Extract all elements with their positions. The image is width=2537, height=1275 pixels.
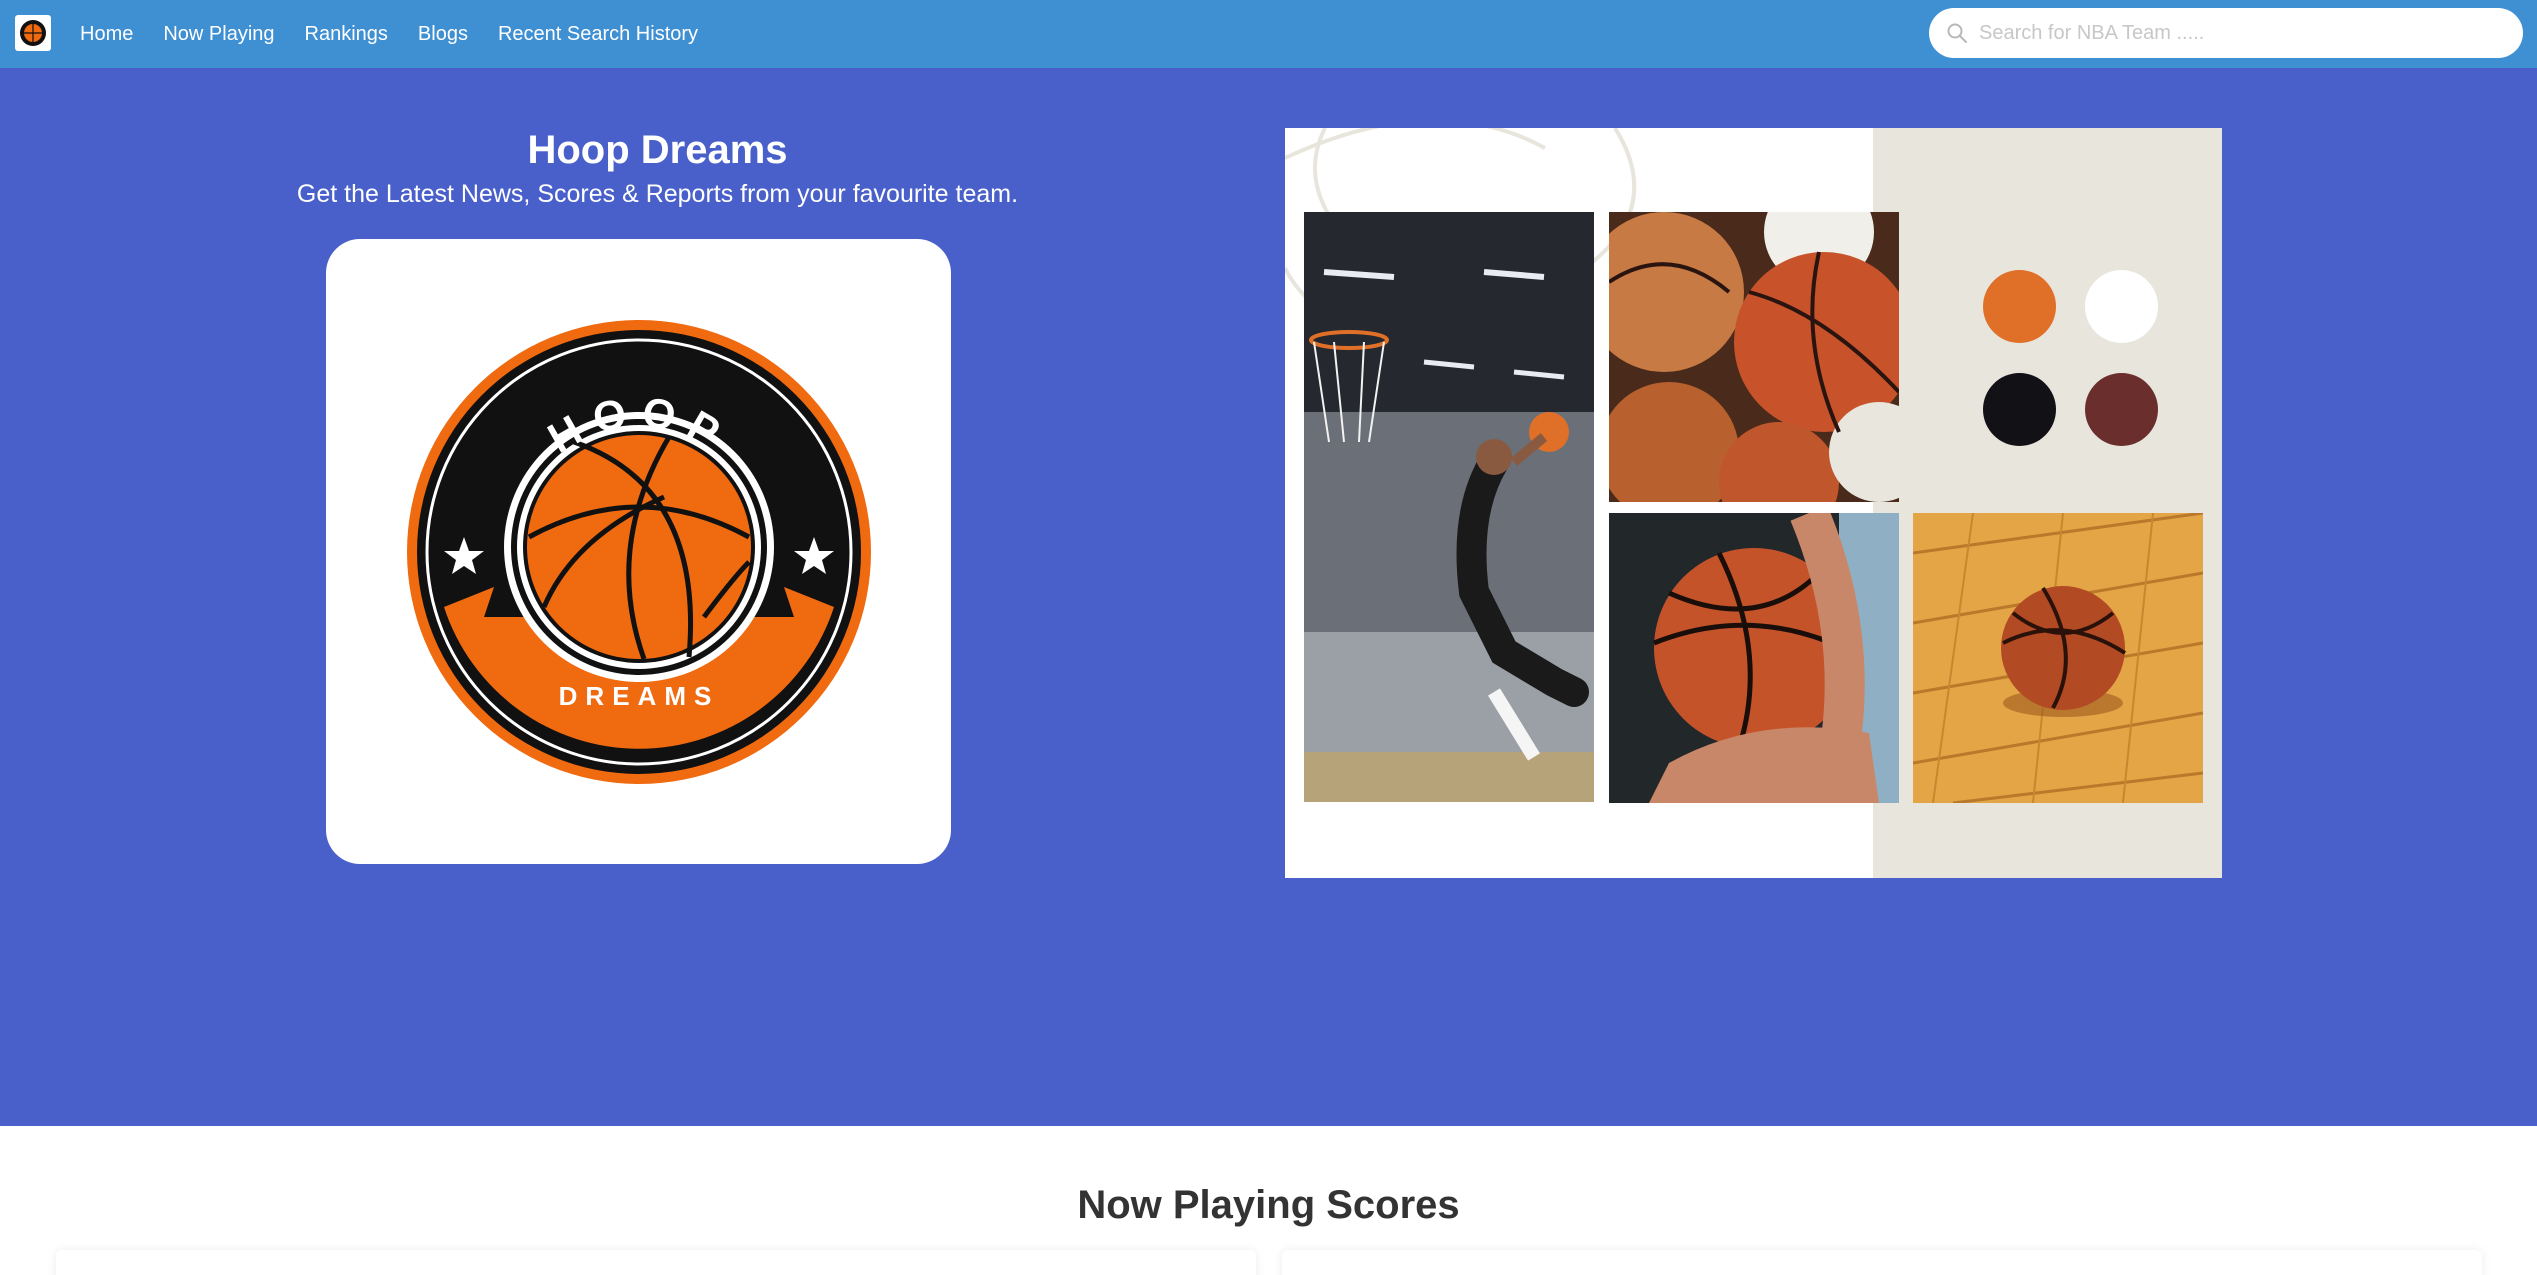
hoop-dreams-logo: HOOP DREAMS — [406, 319, 871, 784]
hoop-dreams-logo-card: HOOP DREAMS — [326, 239, 951, 864]
ball-on-floor-photo — [1913, 513, 2203, 803]
nav-link-blogs[interactable]: Blogs — [418, 23, 468, 46]
nav-link-now-playing[interactable]: Now Playing — [163, 23, 274, 46]
score-card[interactable] — [56, 1250, 1256, 1275]
basketball-pile-photo — [1609, 212, 1899, 502]
ball-in-hand-photo — [1609, 513, 1899, 803]
swatch-brown — [2085, 373, 2158, 446]
swatch-white — [2085, 270, 2158, 343]
search-box — [1929, 8, 2523, 58]
moodboard-collage — [1285, 128, 2222, 878]
nav-link-rankings[interactable]: Rankings — [305, 23, 388, 46]
site-logo[interactable] — [15, 15, 51, 51]
logo-bottom-text: DREAMS — [558, 681, 719, 711]
swatch-black — [1983, 373, 2056, 446]
search-input[interactable] — [1979, 8, 2509, 58]
swatch-orange — [1983, 270, 2056, 343]
svg-text:DREAMS: DREAMS — [558, 681, 719, 711]
navbar: Home Now Playing Rankings Blogs Recent S… — [0, 0, 2537, 68]
now-playing-scores-title: Now Playing Scores — [1077, 1183, 1460, 1227]
basketball-logo-icon — [20, 20, 46, 46]
nav-link-recent-search-history[interactable]: Recent Search History — [498, 23, 698, 46]
nav-links: Home Now Playing Rankings Blogs Recent S… — [80, 0, 698, 68]
search-icon — [1947, 23, 1967, 43]
hero-title: Hoop Dreams — [527, 128, 788, 172]
nav-link-home[interactable]: Home — [80, 23, 133, 46]
score-card[interactable] — [1282, 1250, 2482, 1275]
hero-subtitle: Get the Latest News, Scores & Reports fr… — [296, 180, 1019, 208]
player-dunk-photo — [1304, 212, 1594, 802]
